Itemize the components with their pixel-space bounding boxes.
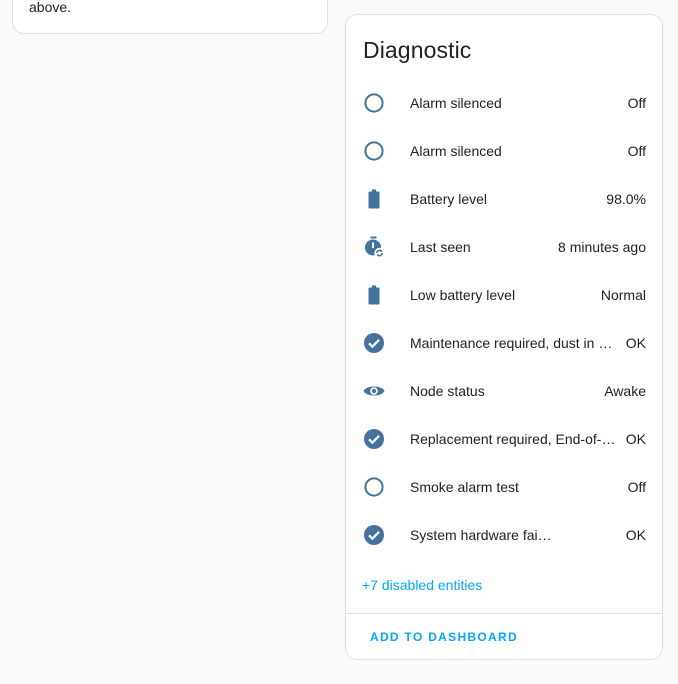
circle-outline-icon	[362, 91, 386, 115]
entity-name: System hardware failure	[410, 527, 552, 543]
entity-row-last-seen[interactable]: Last seen 8 minutes ago	[346, 223, 662, 271]
entity-state: Off	[627, 95, 646, 111]
entity-state: 98.0%	[606, 191, 646, 207]
entity-state: OK	[625, 527, 646, 543]
circle-outline-icon	[362, 475, 386, 499]
eye-icon	[362, 379, 386, 403]
card-actions-divider	[346, 613, 662, 614]
entity-row-alarm-silenced-1[interactable]: Alarm silenced Off	[346, 79, 662, 127]
check-circle-icon	[362, 331, 386, 355]
check-circle-icon	[362, 427, 386, 451]
previous-card-text: above.	[29, 0, 72, 15]
entity-row-replacement-required[interactable]: Replacement required, End-of-li… OK	[346, 415, 662, 463]
diagnostic-card: Diagnostic Alarm silenced Off Alarm sile…	[345, 14, 663, 660]
entity-row-alarm-silenced-2[interactable]: Alarm silenced Off	[346, 127, 662, 175]
entity-name: Replacement required, End-of-li…	[410, 431, 618, 447]
entity-row-low-battery-level[interactable]: Low battery level Normal	[346, 271, 662, 319]
entity-state: Off	[627, 143, 646, 159]
entity-row-maintenance-required[interactable]: Maintenance required, dust in d… OK	[346, 319, 662, 367]
entity-name: Last seen	[410, 239, 471, 255]
entity-state: Awake	[604, 383, 646, 399]
entity-state: Off	[627, 479, 646, 495]
entity-list: Alarm silenced Off Alarm silenced Off Ba…	[346, 79, 662, 559]
entity-name: Node status	[410, 383, 485, 399]
entity-row-node-status[interactable]: Node status Awake	[346, 367, 662, 415]
circle-outline-icon	[362, 139, 386, 163]
entity-name: Alarm silenced	[410, 95, 502, 111]
entity-row-smoke-alarm-test[interactable]: Smoke alarm test Off	[346, 463, 662, 511]
card-title: Diagnostic	[363, 37, 472, 63]
entity-state: OK	[625, 335, 646, 351]
entity-state: Normal	[600, 287, 646, 303]
entity-name: Battery level	[410, 191, 488, 207]
previous-card: above.	[12, 0, 328, 34]
entity-row-system-hardware-failure[interactable]: System hardware failure OK	[346, 511, 662, 559]
check-circle-icon	[362, 523, 386, 547]
entity-row-battery-level[interactable]: Battery level 98.0%	[346, 175, 662, 223]
add-to-dashboard-button[interactable]: ADD TO DASHBOARD	[370, 630, 518, 644]
entity-state: 8 minutes ago	[558, 239, 646, 255]
entity-name: Alarm silenced	[410, 143, 502, 159]
entity-state: OK	[625, 431, 646, 447]
battery-icon	[362, 283, 386, 307]
disabled-entities-link[interactable]: +7 disabled entities	[362, 577, 482, 593]
timer-sync-icon	[362, 235, 386, 259]
entity-name: Maintenance required, dust in d…	[410, 335, 618, 351]
battery-icon	[362, 187, 386, 211]
entity-name: Low battery level	[410, 287, 516, 303]
entity-name: Smoke alarm test	[410, 479, 519, 495]
